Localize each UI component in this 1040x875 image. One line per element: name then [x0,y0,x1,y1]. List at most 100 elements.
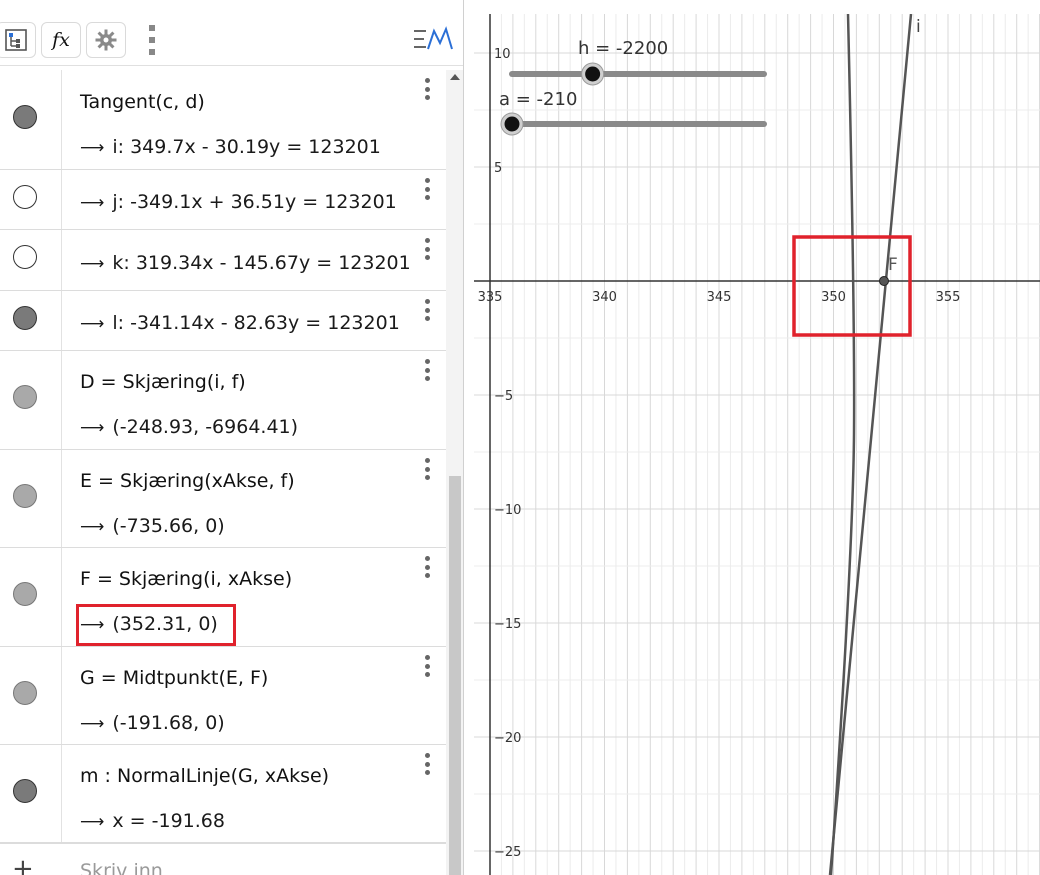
arrow-icon: ⟶ [80,254,105,274]
slider-a-knob[interactable] [504,116,520,132]
item-menu-icon[interactable] [424,299,430,321]
visibility-toggle[interactable] [13,484,37,508]
grid [474,14,1040,875]
value-text: ⟶ k: 319.34x - 145.67y = 123201 [80,252,411,274]
arrow-icon: ⟶ [80,517,105,537]
value-text: ⟶ (-248.93, -6964.41) [80,416,298,438]
definition-text: G = Midtpunkt(E, F) [80,667,269,689]
visibility-toggle[interactable] [13,582,37,606]
visibility-toggle[interactable] [13,185,37,209]
visibility-toggle[interactable] [13,779,37,803]
x-tick-label: 355 [936,290,961,305]
item-menu-icon[interactable] [424,458,430,480]
algebra-list: Tangent(c, d) ⟶ i: 349.7x - 30.19y = 1232… [0,70,446,843]
value-label: (-191.68, 0) [112,712,225,734]
definition-text: m : NormalLinje(G, xAkse) [80,765,330,787]
value-text: ⟶ j: -349.1x + 36.51y = 123201 [80,191,397,213]
y-tick-label: 10 [494,47,511,62]
arrow-icon: ⟶ [80,314,105,334]
scroll-up-icon[interactable] [450,74,460,80]
y-tick-label: −25 [494,845,521,860]
slider-h-knob[interactable] [585,66,601,82]
x-tick-label: 350 [821,290,846,305]
algebra-item-E[interactable]: E = Skjæring(xAkse, f) ⟶ (-735.66, 0) [0,450,446,548]
algebra-item-tangent[interactable]: Tangent(c, d) ⟶ i: 349.7x - 30.19y = 1232… [0,70,446,170]
graph-style-button[interactable] [410,22,458,58]
algebra-scrollbar[interactable] [446,70,463,875]
settings-button[interactable] [86,22,126,58]
value-label: (-735.66, 0) [112,515,225,537]
item-menu-icon[interactable] [424,556,430,578]
definition-text: D = Skjæring(i, f) [80,371,246,393]
line-label-i: i [916,17,921,37]
algebra-view: fx Tangent(c, d) ⟶ i: 349.7x - 30.19y = … [0,0,464,875]
visibility-toggle[interactable] [13,105,37,129]
y-tick-label: 5 [494,161,502,176]
visibility-toggle[interactable] [13,681,37,705]
point-label-F: F [888,255,898,275]
value-label: i: 349.7x - 30.19y = 123201 [112,136,381,158]
gear-icon [95,29,117,51]
input-row[interactable]: + Skriv inn [0,843,446,875]
arrow-icon: ⟶ [80,418,105,438]
value-text: ⟶ l: -341.14x - 82.63y = 123201 [80,312,400,334]
item-menu-icon[interactable] [424,359,430,381]
more-options-button[interactable] [132,22,172,58]
scrollbar-thumb[interactable] [449,476,461,875]
definition-text: F = Skjæring(i, xAkse) [80,568,293,590]
y-tick-label: −5 [494,389,513,404]
graph-style-icon [414,26,453,50]
visibility-toggle[interactable] [13,385,37,409]
value-label: (-248.93, -6964.41) [112,416,299,438]
item-menu-icon[interactable] [424,655,430,677]
x-tick-label: 335 [478,290,503,305]
arrow-icon: ⟶ [80,714,105,734]
point-F[interactable] [879,276,889,286]
kebab-icon [149,25,155,55]
algebra-item-l[interactable]: ⟶ l: -341.14x - 82.63y = 123201 [0,291,446,351]
fx-label: fx [52,29,70,51]
visibility-toggle[interactable] [13,245,37,269]
tangent-line-i [828,14,913,875]
value-label: x = -191.68 [112,810,225,832]
value-label: (352.31, 0) [112,613,218,635]
plus-icon[interactable]: + [12,854,34,875]
x-tick-label: 345 [707,290,732,305]
algebra-item-k[interactable]: ⟶ k: 319.34x - 145.67y = 123201 [0,230,446,291]
input-placeholder[interactable]: Skriv inn [80,860,163,875]
graphics-canvas[interactable]: 335 340 345 350 355 10 5 −5 −10 −15 −20 −25 i F [474,14,1040,875]
definition-text: E = Skjæring(xAkse, f) [80,470,295,492]
definition-text: Tangent(c, d) [80,91,205,113]
arrow-icon: ⟶ [80,193,105,213]
value-text: ⟶ x = -191.68 [80,810,225,832]
slider-h-label: h = -2200 [578,38,669,59]
slider-a-label: a = -210 [499,89,578,110]
function-input-button[interactable]: fx [41,22,81,58]
algebra-item-j[interactable]: ⟶ j: -349.1x + 36.51y = 123201 [0,170,446,230]
algebra-item-F[interactable]: F = Skjæring(i, xAkse) ⟶ (352.31, 0) [0,548,446,647]
arrow-icon: ⟶ [80,615,105,635]
item-menu-icon[interactable] [424,178,430,200]
y-tick-label: −15 [494,617,521,632]
algebra-item-m[interactable]: m : NormalLinje(G, xAkse) ⟶ x = -191.68 [0,745,446,843]
visibility-toggle[interactable] [13,306,37,330]
arrow-icon: ⟶ [80,812,105,832]
x-tick-label: 340 [592,290,617,305]
algebra-toolbar: fx [0,14,463,66]
value-label: j: -349.1x + 36.51y = 123201 [112,191,397,213]
algebra-item-G[interactable]: G = Midtpunkt(E, F) ⟶ (-191.68, 0) [0,647,446,745]
y-tick-label: −10 [494,503,521,518]
tree-view-icon [5,29,27,51]
value-text: ⟶ i: 349.7x - 30.19y = 123201 [80,136,381,158]
algebra-item-D[interactable]: D = Skjæring(i, f) ⟶ (-248.93, -6964.41) [0,351,446,450]
item-menu-icon[interactable] [424,78,430,100]
item-menu-icon[interactable] [424,238,430,260]
item-menu-icon[interactable] [424,753,430,775]
value-label: k: 319.34x - 145.67y = 123201 [112,252,411,274]
value-label: l: -341.14x - 82.63y = 123201 [112,312,400,334]
value-text: ⟶ (352.31, 0) [80,613,218,635]
y-tick-label: −20 [494,731,521,746]
graphics-view[interactable]: 335 340 345 350 355 10 5 −5 −10 −15 −20 −25 i F h = -… [474,14,1040,875]
algebra-sort-button[interactable] [0,22,36,58]
arrow-icon: ⟶ [80,138,105,158]
